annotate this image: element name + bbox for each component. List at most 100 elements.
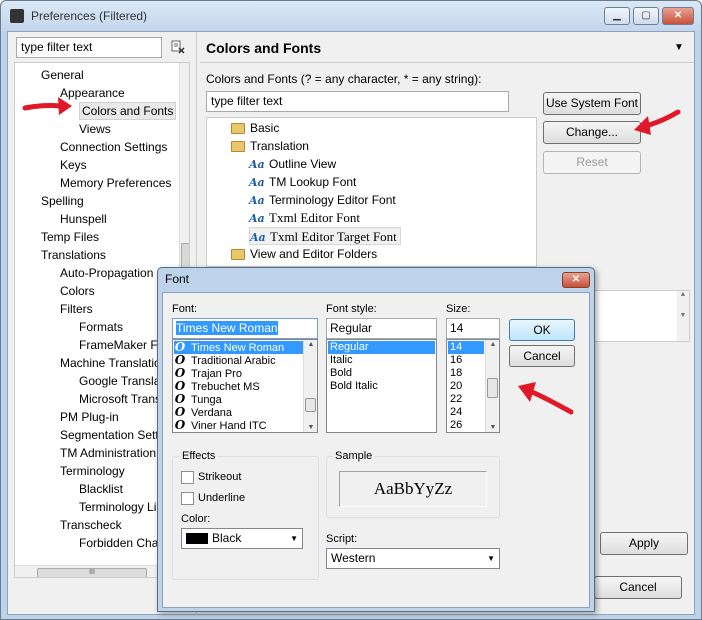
sidebar-item[interactable]: Formats: [79, 318, 123, 336]
size-item[interactable]: 18: [448, 367, 484, 380]
minimize-button[interactable]: ▁: [604, 7, 630, 25]
truetype-icon: O: [174, 418, 186, 432]
font-list-item[interactable]: O Trebuchet MS: [174, 380, 304, 394]
font-list-item[interactable]: O Traditional Arabic: [174, 354, 304, 368]
font-icon: Aa: [249, 194, 265, 207]
sidebar-item[interactable]: Google Translat: [79, 372, 164, 390]
tree-node-label: Outline View: [269, 157, 337, 171]
font-list-item-label: Verdana: [191, 407, 232, 419]
sidebar-item[interactable]: FrameMaker Fil: [79, 336, 163, 354]
description-preview: ▲ ▼: [594, 290, 690, 342]
sidebar-item[interactable]: Keys: [60, 156, 87, 174]
sidebar-item[interactable]: Views: [79, 120, 111, 138]
use-system-font-button[interactable]: Use System Font: [543, 92, 641, 115]
sidebar-item[interactable]: Filters: [60, 300, 93, 318]
underline-label: Underline: [198, 492, 246, 504]
underline-checkbox[interactable]: [181, 492, 194, 505]
size-list-scrollbar[interactable]: ▲ ▼: [485, 340, 499, 432]
sidebar-item[interactable]: Temp Files: [41, 228, 99, 246]
sidebar-item[interactable]: Transcheck: [60, 516, 122, 534]
clear-filter-icon[interactable]: [171, 40, 185, 54]
tree-node[interactable]: Aa Txml Editor Target Font: [249, 227, 401, 245]
sidebar-item[interactable]: Machine Translatio: [60, 354, 161, 372]
font-dialog-close-button[interactable]: ✕: [562, 272, 590, 288]
size-item[interactable]: 22: [448, 393, 484, 406]
sidebar-item[interactable]: Memory Preferences: [60, 174, 171, 192]
font-style-item[interactable]: Italic: [328, 354, 435, 367]
title-divider: [200, 62, 694, 63]
sidebar-item[interactable]: PM Plug-in: [60, 408, 119, 426]
font-list-item[interactable]: O Verdana: [174, 406, 304, 420]
sidebar-item[interactable]: Colors: [60, 282, 95, 300]
sidebar-item[interactable]: Colors and Fonts: [79, 102, 177, 120]
chevron-down-icon: ▼: [487, 554, 495, 563]
script-value: Western: [331, 551, 376, 565]
change-button[interactable]: Change...: [543, 121, 641, 144]
sidebar-item[interactable]: Blacklist: [79, 480, 123, 498]
font-style-list[interactable]: Regular Italic Bold Bold Italic: [326, 339, 437, 433]
sidebar-item[interactable]: Microsoft Trans: [79, 390, 161, 408]
colors-filter-input[interactable]: type filter text: [206, 91, 509, 112]
size-input[interactable]: 14: [446, 318, 500, 339]
font-list-item[interactable]: O Tunga: [174, 393, 304, 407]
font-list[interactable]: O Times New Roman O Traditional Arabic O Traj…: [172, 339, 318, 433]
chevron-down-icon: ▼: [290, 534, 298, 543]
color-select[interactable]: Black ▼: [181, 528, 303, 549]
font-dialog: Font ✕ Font: Times New Roman O Times New …: [157, 267, 595, 612]
font-style-item[interactable]: Bold Italic: [328, 380, 435, 393]
apply-button[interactable]: Apply: [600, 532, 688, 555]
preview-scrollbar[interactable]: ▲ ▼: [677, 291, 689, 341]
sidebar-item[interactable]: Terminology Li: [79, 498, 156, 516]
folder-icon: [231, 123, 245, 135]
title-bar[interactable]: Preferences (Filtered) ▁ ▢ ✕: [1, 1, 701, 31]
reset-button[interactable]: Reset: [543, 151, 641, 174]
font-list-scrollbar[interactable]: ▲ ▼: [303, 340, 317, 432]
font-list-item[interactable]: O Trajan Pro: [174, 367, 304, 381]
ok-button[interactable]: OK: [509, 319, 575, 341]
tree-node[interactable]: Aa TM Lookup Font: [249, 173, 356, 191]
effects-label: Effects: [180, 450, 218, 462]
sidebar-item[interactable]: Spelling: [41, 192, 84, 210]
view-menu-icon[interactable]: ▼: [674, 42, 684, 53]
size-list[interactable]: 14 16 18 20 22 24 26 ▲ ▼: [446, 339, 500, 433]
tree-node[interactable]: View and Editor Folders: [231, 245, 377, 263]
size-item[interactable]: 26: [448, 419, 484, 432]
sidebar-item[interactable]: General: [41, 66, 84, 84]
cancel-button[interactable]: Cancel: [594, 576, 682, 599]
sidebar-item[interactable]: TM Administration: [60, 444, 156, 462]
font-name-input[interactable]: Times New Roman: [172, 318, 318, 339]
size-item[interactable]: 16: [448, 354, 484, 367]
sidebar-item[interactable]: Terminology: [60, 462, 125, 480]
sidebar-item[interactable]: Auto-Propagation: [60, 264, 153, 282]
size-item[interactable]: 14: [448, 341, 484, 354]
sidebar-item[interactable]: Segmentation Setti: [60, 426, 161, 444]
size-item[interactable]: 20: [448, 380, 484, 393]
tree-node[interactable]: Aa Txml Editor Font: [249, 209, 360, 227]
close-button[interactable]: ✕: [662, 7, 694, 25]
sidebar-filter-input[interactable]: type filter text: [16, 37, 162, 58]
tree-node[interactable]: Aa Terminology Editor Font: [249, 191, 396, 209]
folder-icon: [231, 141, 245, 153]
sidebar-item[interactable]: Forbidden Char: [79, 534, 162, 552]
page-description: Colors and Fonts (? = any character, * =…: [206, 72, 482, 86]
sidebar-item[interactable]: Connection Settings: [60, 138, 167, 156]
font-list-item-label: Trajan Pro: [191, 368, 242, 380]
sidebar-item[interactable]: Hunspell: [60, 210, 107, 228]
strikeout-checkbox[interactable]: [181, 471, 194, 484]
tree-node[interactable]: Translation: [231, 137, 309, 155]
font-list-item[interactable]: O Viner Hand ITC: [174, 418, 304, 433]
size-item[interactable]: 24: [448, 406, 484, 419]
font-list-item[interactable]: O Times New Roman: [174, 341, 304, 354]
font-style-item[interactable]: Regular: [328, 341, 435, 354]
sidebar-item[interactable]: Translations: [41, 246, 106, 264]
tree-node[interactable]: Basic: [231, 119, 279, 137]
colors-fonts-tree: Basic Translation Aa Outline View Aa TM Looku…: [206, 117, 537, 267]
script-select[interactable]: Western ▼: [326, 548, 500, 569]
font-style-item[interactable]: Bold: [328, 367, 435, 380]
font-style-input[interactable]: Regular: [326, 318, 437, 339]
maximize-button[interactable]: ▢: [633, 7, 659, 25]
font-cancel-button[interactable]: Cancel: [509, 345, 575, 367]
tree-node[interactable]: Aa Outline View: [249, 155, 336, 173]
tree-node-label: Txml Editor Target Font: [270, 229, 397, 244]
page-title: Colors and Fonts: [206, 40, 322, 56]
